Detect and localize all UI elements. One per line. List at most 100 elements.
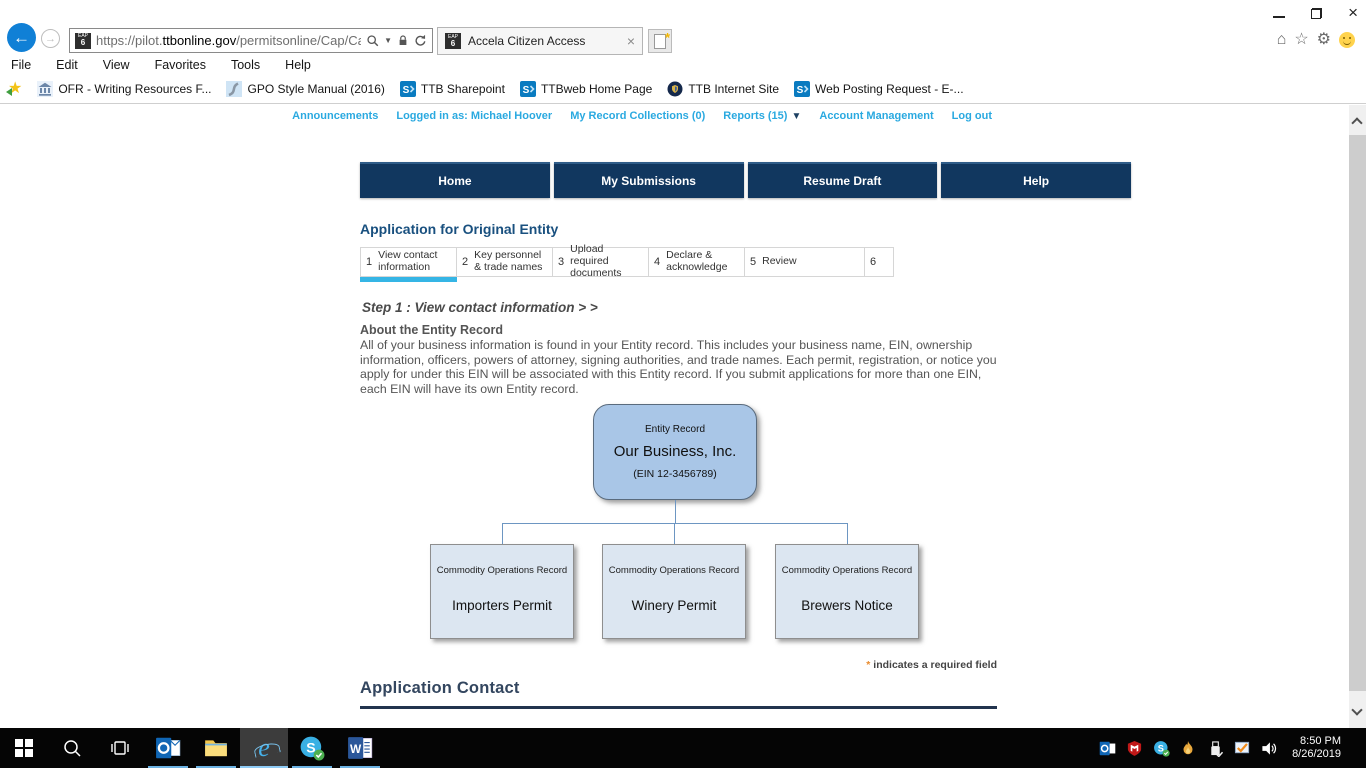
section-divider — [360, 706, 997, 709]
svg-text:S: S — [797, 85, 804, 96]
feedback-smiley-icon[interactable] — [1339, 32, 1355, 48]
step-tabs: 1 View contact information 2 Key personn… — [360, 243, 894, 282]
link-log-out[interactable]: Log out — [952, 110, 992, 122]
tray-usb-icon[interactable] — [1206, 739, 1224, 757]
about-text: All of your business information is foun… — [360, 338, 997, 396]
favorite-item-ofr[interactable]: OFR - Writing Resources F... — [37, 81, 211, 97]
entity-ein: (EIN 12-3456789) — [633, 468, 717, 480]
connector-line — [675, 500, 676, 524]
taskbar-outlook-button[interactable] — [144, 728, 192, 768]
favorite-label: TTB Sharepoint — [420, 82, 505, 96]
gear-icon[interactable]: ⚙ — [1317, 31, 1331, 49]
taskbar-internet-explorer-button[interactable]: e — [240, 728, 288, 768]
step-heading: Step 1 : View contact information > > — [362, 300, 598, 315]
scrollbar-thumb[interactable] — [1349, 135, 1366, 691]
url-prefix: https://pilot. — [96, 33, 163, 48]
link-account-management[interactable]: Account Management — [819, 110, 933, 122]
favorite-label: OFR - Writing Resources F... — [58, 82, 212, 96]
favorites-star-icon[interactable]: ☆ — [1294, 31, 1308, 49]
skype-icon: S — [300, 736, 325, 761]
favorite-item-ttb-sharepoint[interactable]: S TTB Sharepoint — [399, 81, 505, 97]
tray-mcafee-icon[interactable] — [1125, 739, 1143, 757]
favicon-text-bottom: 6 — [80, 38, 86, 47]
browser-tab[interactable]: EAP 6 Accela Citizen Access × — [437, 27, 643, 55]
refresh-icon[interactable] — [414, 34, 427, 47]
forward-button[interactable]: → — [41, 29, 60, 48]
scroll-up-icon[interactable] — [1351, 117, 1363, 129]
menu-view[interactable]: View — [103, 58, 130, 72]
account-links: Announcements Logged in as: Michael Hoov… — [292, 110, 992, 122]
url-text[interactable]: https://pilot.ttbonline.gov/permitsonlin… — [96, 33, 361, 48]
scroll-down-icon[interactable] — [1351, 704, 1363, 716]
address-bar-icons: ▼ — [366, 34, 427, 47]
close-icon: × — [1348, 3, 1358, 22]
tray-skype-icon[interactable]: S — [1152, 739, 1170, 757]
sharepoint-icon: S — [399, 81, 416, 97]
window-controls: × — [1273, 2, 1358, 24]
internet-explorer-icon: e — [258, 733, 270, 762]
step-tab-6[interactable]: 6 — [864, 247, 894, 277]
favorite-label: TTBweb Home Page — [540, 82, 653, 96]
commodity-box-importers: Commodity Operations Record Importers Pe… — [430, 544, 574, 639]
link-reports[interactable]: Reports (15) ▼ — [723, 110, 801, 122]
step-tab-5[interactable]: 5 Review — [744, 247, 865, 277]
commodity-type-label: Commodity Operations Record — [608, 565, 740, 576]
taskbar-search-button[interactable] — [48, 728, 96, 768]
link-announcements[interactable]: Announcements — [292, 110, 378, 122]
svg-text:S: S — [523, 85, 530, 96]
entity-record-box: Entity Record Our Business, Inc. (EIN 12… — [593, 404, 757, 500]
step-number: 3 — [558, 256, 565, 268]
tray-flame-icon[interactable] — [1179, 739, 1197, 757]
menu-help[interactable]: Help — [285, 58, 311, 72]
home-icon[interactable]: ⌂ — [1277, 31, 1287, 49]
step-tab-2[interactable]: 2 Key personnel & trade names — [456, 247, 553, 277]
menu-tools[interactable]: Tools — [231, 58, 260, 72]
task-view-icon — [111, 741, 129, 755]
taskbar-word-button[interactable]: W — [336, 728, 384, 768]
step-number: 5 — [750, 256, 757, 268]
new-tab-icon — [654, 30, 670, 49]
menu-favorites[interactable]: Favorites — [155, 58, 206, 72]
favorite-item-web-posting[interactable]: S Web Posting Request - E-... — [794, 81, 964, 97]
step-label: View contact information — [378, 249, 438, 273]
back-button[interactable]: ← — [7, 23, 36, 52]
commodity-name: Winery Permit — [631, 598, 717, 613]
search-dropdown-icon[interactable]: ▼ — [384, 36, 392, 45]
windows-logo-icon — [15, 739, 33, 757]
start-button[interactable] — [0, 728, 48, 768]
new-tab-button[interactable] — [648, 29, 672, 53]
step-tab-3[interactable]: 3 Upload required documents — [552, 243, 649, 279]
favorite-item-ttb-internet[interactable]: TTB Internet Site — [667, 81, 779, 97]
address-bar[interactable]: EAP 6 https://pilot.ttbonline.gov/permit… — [69, 28, 433, 53]
tray-check-flag-icon[interactable] — [1233, 739, 1251, 757]
search-icon[interactable] — [366, 34, 379, 47]
page-scrollbar[interactable] — [1349, 105, 1366, 728]
restore-button[interactable] — [1311, 7, 1323, 19]
add-favorite-icon[interactable]: ★ — [5, 81, 22, 97]
nav-tab-resume-draft[interactable]: Resume Draft — [747, 162, 938, 198]
favorite-item-gpo[interactable]: GPO Style Manual (2016) — [226, 81, 385, 97]
tray-outlook-icon[interactable] — [1098, 739, 1116, 757]
step-tab-1[interactable]: 1 View contact information — [360, 247, 457, 282]
nav-tab-my-submissions[interactable]: My Submissions — [553, 162, 744, 198]
taskbar-clock[interactable]: 8:50 PM 8/26/2019 — [1292, 735, 1341, 762]
browser-chrome: × ← → EAP 6 https://pilot.ttbonline.gov/… — [0, 0, 1366, 104]
step-tab-4[interactable]: 4 Declare & acknowledge — [648, 247, 745, 277]
task-view-button[interactable] — [96, 728, 144, 768]
tab-close-button[interactable]: × — [627, 33, 635, 49]
favorite-item-ttbweb[interactable]: S TTBweb Home Page — [519, 81, 653, 97]
taskbar-file-explorer-button[interactable] — [192, 728, 240, 768]
menu-edit[interactable]: Edit — [56, 58, 78, 72]
required-text: indicates a required field — [873, 659, 997, 671]
volume-icon[interactable] — [1260, 739, 1278, 757]
close-button[interactable]: × — [1348, 3, 1358, 22]
about-heading: About the Entity Record — [360, 323, 504, 337]
taskbar-skype-button[interactable]: S — [288, 728, 336, 768]
link-my-record-collections[interactable]: My Record Collections (0) — [570, 110, 705, 122]
nav-tab-home[interactable]: Home — [360, 162, 550, 198]
nav-tab-help[interactable]: Help — [941, 162, 1131, 198]
entity-name: Our Business, Inc. — [613, 443, 737, 460]
minimize-button[interactable] — [1273, 8, 1286, 18]
site-favicon: EAP 6 — [75, 32, 91, 49]
menu-file[interactable]: File — [11, 58, 31, 72]
